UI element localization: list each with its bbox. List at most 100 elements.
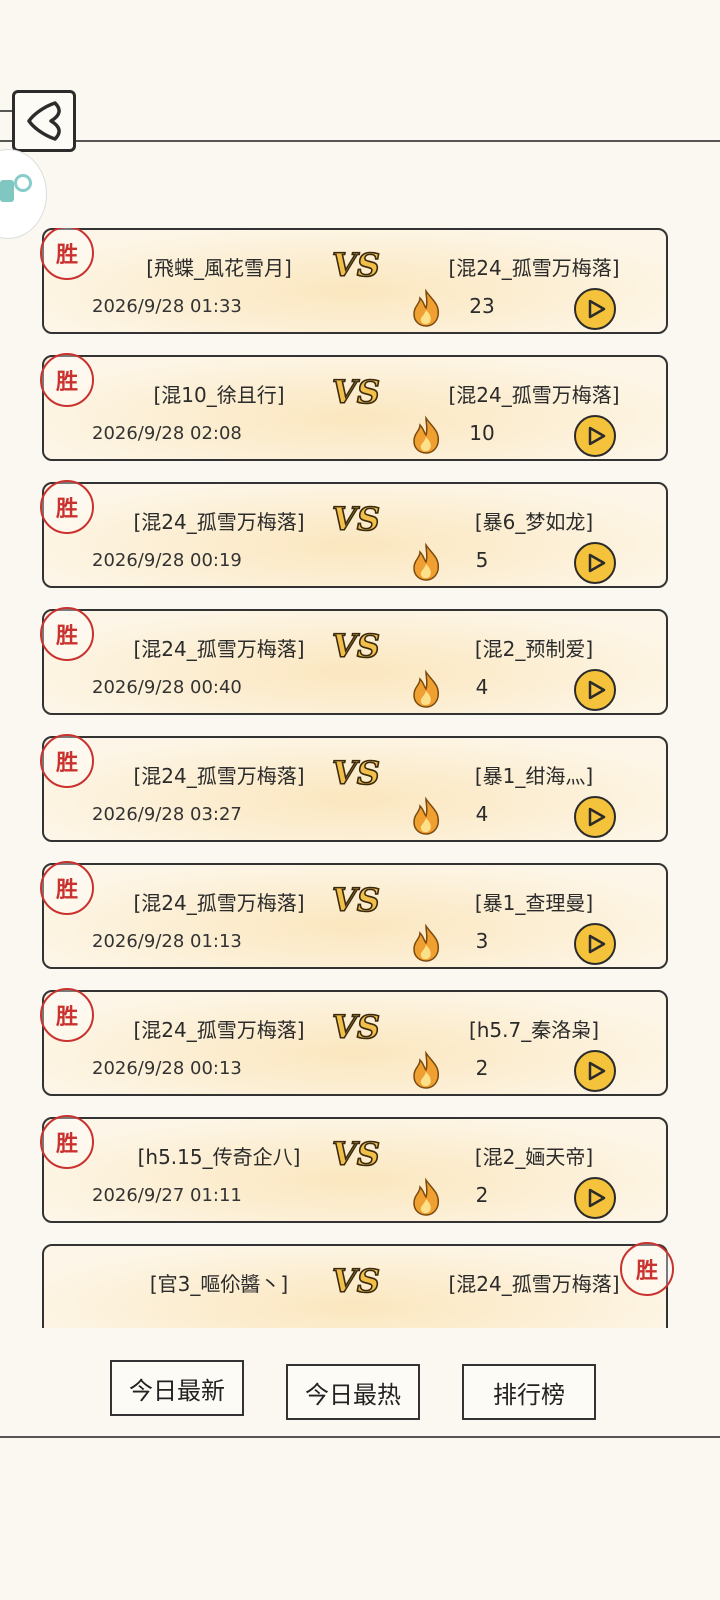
chevron-left-icon xyxy=(27,101,61,141)
play-icon xyxy=(588,426,606,446)
fire-icon xyxy=(413,796,440,835)
match-card[interactable]: 胜 [混24_孤雪万梅落] VS [混2_预制爱] 2026/9/28 00:4… xyxy=(40,607,668,715)
play-icon xyxy=(588,553,606,573)
play-icon xyxy=(588,680,606,700)
fire-icon xyxy=(413,542,440,581)
vs-icon: VS xyxy=(331,372,381,411)
fire-icon xyxy=(413,415,440,454)
player-left: [混24_孤雪万梅落] xyxy=(133,637,305,661)
player-right: [h5.7_秦洛枭] xyxy=(468,1018,600,1042)
fire-icon xyxy=(413,669,440,708)
play-button[interactable] xyxy=(574,415,616,457)
play-button[interactable] xyxy=(574,669,616,711)
match-card[interactable]: 胜 [官3_嘔伱醬丶] VS [混24_孤雪万梅落] xyxy=(42,1242,674,1328)
vs-icon: VS xyxy=(331,1007,381,1046)
play-button[interactable] xyxy=(574,796,616,838)
fire-icon xyxy=(413,1050,440,1089)
tab-today-newest[interactable]: 今日最新 xyxy=(110,1360,244,1416)
svg-text:VS: VS xyxy=(332,627,380,665)
floating-app-badge[interactable] xyxy=(0,150,46,238)
player-left: [混10_徐且行] xyxy=(153,383,285,407)
heat-count: 4 xyxy=(475,802,489,826)
fire-icon xyxy=(413,288,440,327)
player-right: [暴1_绀海灬] xyxy=(474,764,594,788)
match-date: 2026/9/28 02:08 xyxy=(92,423,242,444)
player-left: [混24_孤雪万梅落] xyxy=(133,764,305,788)
match-card[interactable]: 胜 [飛蝶_風花雪月] VS [混24_孤雪万梅落] 2026/9/28 01:… xyxy=(40,228,668,334)
match-list[interactable]: 胜 [飛蝶_風花雪月] VS [混24_孤雪万梅落] 2026/9/28 01:… xyxy=(38,228,678,1328)
heat-count: 23 xyxy=(469,294,495,318)
match-date: 2026/9/28 00:40 xyxy=(92,677,242,698)
player-left: [h5.15_传奇企八] xyxy=(137,1145,301,1169)
fire-icon xyxy=(413,923,440,962)
player-right: [混24_孤雪万梅落] xyxy=(448,256,620,280)
play-button[interactable] xyxy=(574,1050,616,1092)
play-icon xyxy=(588,299,606,319)
play-icon xyxy=(588,934,606,954)
match-card[interactable]: 胜 [混24_孤雪万梅落] VS [暴1_绀海灬] 2026/9/28 03:2… xyxy=(40,734,668,842)
player-left: [飛蝶_風花雪月] xyxy=(146,256,292,280)
player-right: [混24_孤雪万梅落] xyxy=(448,1272,620,1296)
match-card[interactable]: 胜 [h5.15_传奇企八] VS [混2_婳天帝] 2026/9/27 01:… xyxy=(40,1115,668,1223)
match-card[interactable]: 胜 [混24_孤雪万梅落] VS [暴1_查理曼] 2026/9/28 01:1… xyxy=(40,861,668,969)
heat-count: 10 xyxy=(469,421,495,445)
player-left: [混24_孤雪万梅落] xyxy=(133,891,305,915)
play-icon xyxy=(588,1061,606,1081)
svg-text:VS: VS xyxy=(332,881,380,919)
player-right: [混2_预制爱] xyxy=(474,637,594,661)
svg-text:VS: VS xyxy=(332,1262,380,1300)
svg-text:VS: VS xyxy=(332,754,380,792)
heat-count: 4 xyxy=(475,675,489,699)
vs-icon: VS xyxy=(331,626,381,665)
play-button[interactable] xyxy=(574,923,616,965)
match-date: 2026/9/28 03:27 xyxy=(92,804,242,825)
win-seal-icon: 胜 xyxy=(40,861,94,915)
player-left: [混24_孤雪万梅落] xyxy=(133,510,305,534)
tab-today-hottest[interactable]: 今日最热 xyxy=(286,1364,420,1420)
vs-icon: VS xyxy=(331,1134,381,1173)
heat-count: 2 xyxy=(475,1183,489,1207)
win-seal-icon: 胜 xyxy=(40,353,94,407)
match-date: 2026/9/28 01:13 xyxy=(92,931,242,952)
player-right: [暴6_梦如龙] xyxy=(474,510,594,534)
vs-icon: VS xyxy=(331,499,381,538)
play-button[interactable] xyxy=(574,1177,616,1219)
vs-icon: VS xyxy=(331,245,381,284)
badge-icon xyxy=(0,180,14,202)
tab-ranking[interactable]: 排行榜 xyxy=(462,1364,596,1420)
play-button[interactable] xyxy=(574,542,616,584)
match-card[interactable]: 胜 [混10_徐且行] VS [混24_孤雪万梅落] 2026/9/28 02:… xyxy=(40,353,668,461)
back-button[interactable] xyxy=(12,90,76,152)
match-date: 2026/9/28 01:33 xyxy=(92,296,242,317)
match-card[interactable]: 胜 [混24_孤雪万梅落] VS [暴6_梦如龙] 2026/9/28 00:1… xyxy=(40,480,668,588)
player-left: [官3_嘔伱醬丶] xyxy=(149,1272,289,1296)
match-card[interactable]: 胜 [混24_孤雪万梅落] VS [h5.7_秦洛枭] 2026/9/28 00… xyxy=(40,988,668,1096)
match-date: 2026/9/28 00:19 xyxy=(92,550,242,571)
vs-icon: VS xyxy=(331,880,381,919)
svg-text:VS: VS xyxy=(332,1008,380,1046)
play-icon xyxy=(588,807,606,827)
vs-icon: VS xyxy=(331,1261,381,1300)
header-line xyxy=(0,140,720,142)
badge-icon-ring xyxy=(14,174,32,192)
win-seal-icon: 胜 xyxy=(40,988,94,1042)
heat-count: 5 xyxy=(475,548,489,572)
player-right: [混2_婳天帝] xyxy=(474,1145,594,1169)
svg-text:VS: VS xyxy=(332,1135,380,1173)
win-seal-icon: 胜 xyxy=(40,607,94,661)
match-date: 2026/9/28 00:13 xyxy=(92,1058,242,1079)
svg-text:VS: VS xyxy=(332,246,380,284)
heat-count: 2 xyxy=(475,1056,489,1080)
win-seal-icon: 胜 xyxy=(40,480,94,534)
svg-text:VS: VS xyxy=(332,500,380,538)
player-right: [暴1_查理曼] xyxy=(474,891,594,915)
heat-count: 3 xyxy=(475,929,489,953)
player-left: [混24_孤雪万梅落] xyxy=(133,1018,305,1042)
win-seal-icon: 胜 xyxy=(40,734,94,788)
play-button[interactable] xyxy=(574,288,616,330)
play-icon xyxy=(588,1188,606,1208)
svg-text:VS: VS xyxy=(332,373,380,411)
vs-icon: VS xyxy=(331,753,381,792)
win-seal-icon: 胜 xyxy=(40,228,94,280)
footer-line xyxy=(0,1436,720,1438)
